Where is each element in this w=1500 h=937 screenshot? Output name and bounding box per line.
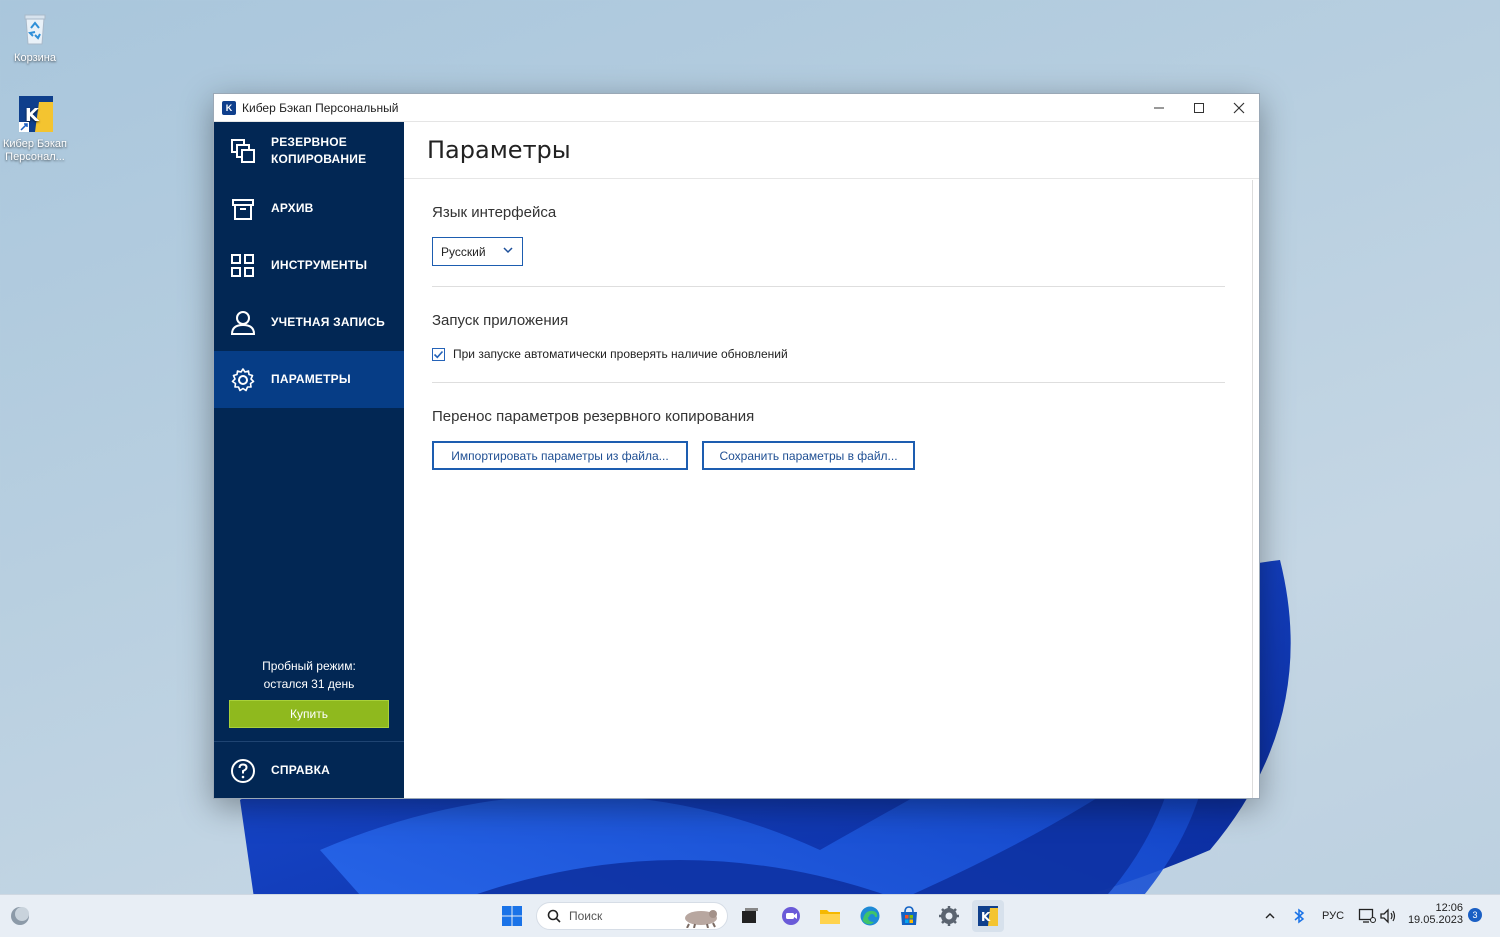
bluetooth-icon	[1294, 908, 1305, 924]
sidebar-item-label: ПАРАМЕТРЫ	[271, 372, 351, 386]
minimize-icon	[1154, 107, 1164, 108]
language-section: Язык интерфейса	[432, 204, 1225, 221]
sidebar-item-label: УЧЕТНАЯ ЗАПИСЬ	[271, 315, 385, 329]
volume-icon	[1380, 908, 1396, 924]
startup-heading: Запуск приложения	[432, 312, 569, 329]
section-divider	[432, 382, 1225, 383]
edge-browser-button[interactable]	[858, 904, 882, 928]
language-heading: Язык интерфейса	[432, 204, 557, 221]
cyber-backup-taskbar-icon: K	[978, 906, 998, 926]
recycle-bin-icon	[15, 8, 55, 48]
chat-icon	[782, 907, 800, 925]
settings-panel: Параметры Язык интерфейса Русский Запуск…	[404, 122, 1259, 798]
checkmark-icon	[433, 350, 444, 358]
folder-icon	[820, 910, 840, 924]
page-title: Параметры	[427, 136, 571, 164]
taskbar-search[interactable]: Поиск	[536, 902, 728, 930]
task-view-button[interactable]	[738, 904, 762, 928]
widgets-button[interactable]	[8, 904, 32, 928]
maximize-icon	[1194, 102, 1204, 113]
clock-time: 12:06	[1435, 902, 1463, 914]
app-window: K Кибер Бэкап Персональный РЕЗЕРВНОЕ КОП…	[213, 93, 1260, 799]
buy-button[interactable]: Купить	[229, 700, 389, 728]
archive-icon	[232, 198, 254, 220]
search-icon	[547, 909, 561, 923]
language-select-value: Русский	[441, 244, 486, 259]
task-view-icon	[742, 908, 758, 923]
desktop-icon-label: Корзина	[14, 52, 56, 64]
sidebar-item-label: СПРАВКА	[271, 763, 330, 777]
sidebar-item-archive[interactable]: АРХИВ	[214, 180, 404, 237]
help-icon	[231, 758, 255, 783]
sidebar-item-help[interactable]: СПРАВКА	[214, 742, 404, 799]
bluetooth-button[interactable]	[1287, 904, 1311, 928]
chevron-down-icon	[503, 247, 513, 254]
language-select[interactable]: Русский	[432, 237, 523, 266]
search-placeholder: Поиск	[569, 909, 603, 923]
network-icon	[1358, 908, 1376, 923]
sidebar-item-settings[interactable]: ПАРАМЕТРЫ	[214, 351, 404, 408]
sidebar-item-label: РЕЗЕРВНОЕ КОПИРОВАНИЕ	[271, 135, 367, 166]
save-settings-button[interactable]: Сохранить параметры в файл...	[702, 441, 915, 470]
weather-icon	[11, 907, 29, 925]
start-button[interactable]	[500, 904, 524, 928]
page-header: Параметры	[404, 122, 1259, 179]
auto-update-check-row[interactable]: При запуске автоматически проверять нали…	[432, 347, 788, 361]
store-icon	[901, 906, 917, 925]
clock-date: 19.05.2023	[1407, 914, 1463, 926]
search-highlight-icon	[685, 910, 717, 928]
auto-update-checkbox[interactable]	[432, 347, 445, 361]
startup-section: Запуск приложения	[432, 312, 1225, 329]
sidebar-item-account[interactable]: УЧЕТНАЯ ЗАПИСЬ	[214, 294, 404, 351]
auto-update-checkbox-label: При запуске автоматически проверять нали…	[453, 347, 788, 361]
trial-status-line: Пробный режим:	[262, 659, 356, 673]
edge-browser-icon	[860, 906, 880, 926]
maximize-button[interactable]	[1179, 94, 1219, 121]
show-hidden-icons-button[interactable]	[1258, 904, 1282, 928]
import-settings-button[interactable]: Импортировать параметры из файла...	[432, 441, 688, 470]
settings-app-button[interactable]	[937, 904, 961, 928]
app-logo-icon: K	[222, 100, 236, 115]
input-language-indicator[interactable]: РУС	[1322, 910, 1344, 922]
sidebar: РЕЗЕРВНОЕ КОПИРОВАНИЕ АРХИВ ИНСТРУМЕНТЫ	[214, 122, 404, 798]
trial-days-left: остался 31 день	[263, 677, 355, 691]
desktop-icon-recycle-bin[interactable]: Корзина	[0, 8, 70, 65]
sidebar-item-label: ИНСТРУМЕНТЫ	[271, 258, 368, 272]
windows-start-icon	[502, 906, 522, 926]
taskbar: Поиск K РУС 12:06 19.05.2023 3	[0, 894, 1500, 937]
file-explorer-button[interactable]	[818, 904, 842, 928]
cyber-backup-taskbar-button[interactable]: K	[972, 900, 1004, 932]
sidebar-item-backup[interactable]: РЕЗЕРВНОЕ КОПИРОВАНИЕ	[214, 122, 404, 180]
window-title: Кибер Бэкап Персональный	[242, 100, 399, 115]
scrollbar-track[interactable]	[1252, 180, 1253, 798]
transfer-section: Перенос параметров резервного копировани…	[432, 408, 1225, 425]
sidebar-item-label: АРХИВ	[271, 201, 314, 215]
sidebar-item-tools[interactable]: ИНСТРУМЕНТЫ	[214, 237, 404, 294]
svg-text:K: K	[981, 910, 991, 924]
section-divider	[432, 286, 1225, 287]
trial-status: Пробный режим: остался 31 день	[214, 657, 404, 693]
account-icon	[230, 310, 256, 335]
store-button[interactable]	[897, 904, 921, 928]
backup-icon	[231, 139, 255, 163]
cyber-backup-app-icon: K	[15, 94, 55, 134]
transfer-heading: Перенос параметров резервного копировани…	[432, 408, 755, 425]
tools-icon	[231, 253, 254, 277]
settings-gear-icon	[939, 906, 959, 926]
volume-button[interactable]	[1376, 904, 1400, 928]
close-icon	[1233, 102, 1245, 113]
notification-badge[interactable]: 3	[1468, 908, 1482, 922]
minimize-button[interactable]	[1139, 94, 1179, 121]
close-button[interactable]	[1219, 94, 1259, 121]
desktop-icon-label: Кибер Бэкап Персонал...	[3, 138, 67, 163]
chat-button[interactable]	[779, 904, 803, 928]
chevron-up-icon	[1265, 913, 1275, 919]
clock[interactable]: 12:06 19.05.2023	[1405, 902, 1463, 926]
gear-icon	[231, 367, 255, 391]
desktop-icon-cyber-backup[interactable]: K Кибер Бэкап Персонал...	[0, 94, 70, 164]
title-bar[interactable]: K Кибер Бэкап Персональный	[214, 94, 1259, 122]
